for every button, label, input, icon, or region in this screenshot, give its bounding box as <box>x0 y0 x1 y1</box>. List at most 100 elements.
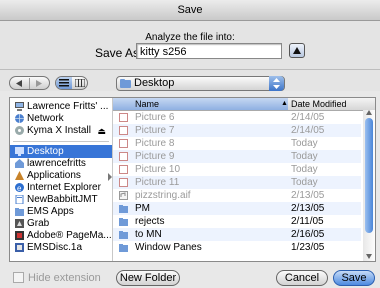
home-icon <box>15 159 24 168</box>
file-row[interactable]: PM 2/13/05 <box>113 202 361 215</box>
list-view-button[interactable] <box>56 77 72 89</box>
image-icon <box>119 113 128 122</box>
file-list: Name ▲ Date Modified Picture 6 2/14/05 P… <box>113 98 375 261</box>
back-arrow-icon[interactable] <box>16 80 22 87</box>
folder-icon <box>119 244 128 252</box>
folder-icon <box>119 231 128 239</box>
location-popup[interactable]: Desktop <box>116 76 285 91</box>
file-date: 2/13/05 <box>291 190 325 201</box>
sidebar-item-label: Kyma X Install <box>27 125 91 136</box>
folder-icon <box>119 218 128 226</box>
globe-icon <box>15 114 24 123</box>
app-icon <box>15 231 24 240</box>
file-row[interactable]: pizzstring.aif 2/13/05 <box>113 189 361 202</box>
sidebar-item-kyma[interactable]: Kyma X Install ⏏ <box>10 124 112 137</box>
file-name: Picture 10 <box>135 164 181 175</box>
cancel-button[interactable]: Cancel <box>276 270 328 286</box>
file-date: Today <box>291 138 318 149</box>
file-browser: Lawrence Fritts' ... Network Kyma X Inst… <box>9 97 376 262</box>
desktop-folder-icon <box>120 79 131 88</box>
window-title: Save <box>0 0 380 21</box>
nav-divider <box>29 78 30 89</box>
file-date: 2/13/05 <box>291 203 325 214</box>
sidebar-resize-handle[interactable] <box>108 173 112 181</box>
image-icon <box>119 178 128 187</box>
save-button[interactable]: Save <box>333 270 375 286</box>
file-date: Today <box>291 151 318 162</box>
image-icon <box>119 139 128 148</box>
file-name: Picture 6 <box>135 112 175 123</box>
desktop-icon <box>15 147 24 156</box>
doc-icon <box>15 195 24 204</box>
scroll-up-arrow-icon[interactable] <box>366 110 372 115</box>
view-mode-buttons[interactable] <box>55 76 88 90</box>
file-date: 1/23/05 <box>291 242 325 253</box>
applications-icon <box>15 171 24 180</box>
file-date: 2/16/05 <box>291 229 325 240</box>
image-icon <box>119 126 128 135</box>
sidebar-divider <box>13 141 109 142</box>
file-name: PM <box>135 203 150 214</box>
file-name: rejects <box>135 216 165 227</box>
sidebar-item-emsdisc[interactable]: EMSDisc.1a <box>10 241 112 254</box>
forward-arrow-icon[interactable] <box>36 80 42 87</box>
file-name: Picture 7 <box>135 125 175 136</box>
updown-arrows-icon <box>273 78 280 89</box>
file-date: 2/14/05 <box>291 125 325 136</box>
sidebar: Lawrence Fritts' ... Network Kyma X Inst… <box>10 98 113 261</box>
ie-icon: e <box>15 183 24 192</box>
sidebar-item-label: EMSDisc.1a <box>27 242 83 253</box>
file-row[interactable]: Picture 10 Today <box>113 163 361 176</box>
save-as-field[interactable]: kitty s256 <box>136 43 282 59</box>
file-name: pizzstring.aif <box>135 190 191 201</box>
dialog-prompt: Analyze the file into: <box>145 32 235 43</box>
file-row[interactable]: Picture 7 2/14/05 <box>113 124 361 137</box>
back-forward-buttons[interactable] <box>9 76 50 90</box>
popup-arrows[interactable] <box>269 76 284 91</box>
location-label: Desktop <box>134 77 175 89</box>
file-row[interactable]: rejects 2/11/05 <box>113 215 361 228</box>
folder-icon <box>119 205 128 213</box>
file-row[interactable]: Picture 9 Today <box>113 150 361 163</box>
file-name: Picture 8 <box>135 138 175 149</box>
audio-icon <box>119 191 128 200</box>
eject-icon[interactable]: ⏏ <box>97 125 106 138</box>
file-row[interactable]: to MN 2/16/05 <box>113 228 361 241</box>
cd-icon <box>15 243 24 252</box>
file-name: to MN <box>135 229 162 240</box>
column-header: Name ▲ Date Modified <box>113 98 375 111</box>
name-column-header[interactable]: Name <box>113 98 288 110</box>
scroll-down-arrow-icon[interactable] <box>366 254 372 259</box>
file-date: 2/11/05 <box>291 216 324 227</box>
sort-ascending-icon: ▲ <box>281 100 288 107</box>
date-modified-column-header[interactable]: Date Modified <box>291 98 347 110</box>
disk-icon <box>15 126 24 135</box>
resize-grip-icon <box>108 173 112 181</box>
column-view-icon[interactable] <box>75 79 85 87</box>
image-icon <box>119 165 128 174</box>
folder-icon <box>15 208 24 216</box>
svg-text:e: e <box>17 184 22 192</box>
file-list-scrollbar[interactable] <box>363 110 375 261</box>
file-date: Today <box>291 177 318 188</box>
computer-icon <box>15 102 24 111</box>
divider <box>0 69 380 70</box>
grab-icon <box>15 219 24 228</box>
image-icon <box>119 152 128 161</box>
file-name: Picture 9 <box>135 151 175 162</box>
triangle-up-icon <box>293 47 301 54</box>
list-view-icon <box>59 79 69 87</box>
hide-extension-checkbox[interactable] <box>13 272 24 283</box>
file-row[interactable]: Picture 6 2/14/05 <box>113 111 361 124</box>
file-name: Window Panes <box>135 242 202 253</box>
hide-extension-label: Hide extension <box>28 272 101 284</box>
file-row[interactable]: Picture 11 Today <box>113 176 361 189</box>
file-row[interactable]: Picture 8 Today <box>113 137 361 150</box>
new-folder-button[interactable]: New Folder <box>116 270 180 286</box>
file-name: Picture 11 <box>135 177 180 188</box>
expand-dialog-button[interactable] <box>289 43 305 58</box>
file-date: Today <box>291 164 318 175</box>
file-row[interactable]: Window Panes 1/23/05 <box>113 241 361 254</box>
file-date: 2/14/05 <box>291 112 325 123</box>
scrollbar-thumb[interactable] <box>365 118 373 233</box>
